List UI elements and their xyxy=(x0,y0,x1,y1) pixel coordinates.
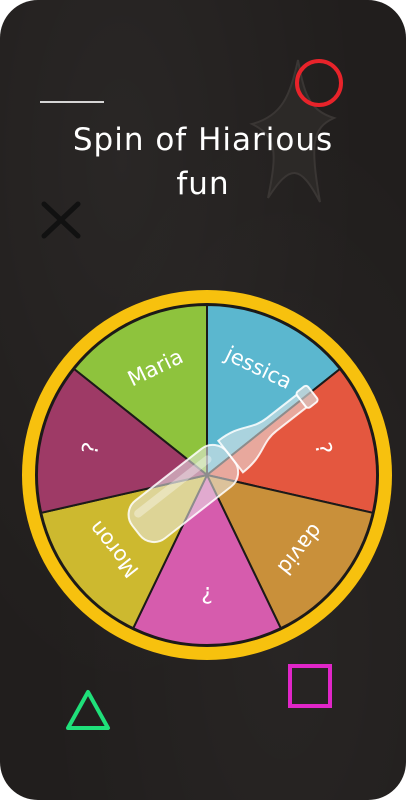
page-title: Spin of Hiarious fun xyxy=(0,118,406,206)
square-icon xyxy=(288,664,332,708)
circle-icon xyxy=(295,59,343,107)
decorative-dash xyxy=(40,101,104,103)
app-screen: Spin of Hiarious fun Maria jessica? david?… xyxy=(0,0,406,800)
triangle-icon xyxy=(66,690,110,730)
wheel-graphic[interactable]: Maria jessica?david?Moron? xyxy=(19,287,395,663)
cross-icon xyxy=(41,201,81,239)
spin-wheel[interactable]: Maria jessica? david? Moron? xyxy=(19,287,395,663)
wheel-segment-label: ? xyxy=(201,581,213,606)
title-line-2: fun xyxy=(176,166,230,202)
title-line-1: Spin of Hiarious xyxy=(72,122,334,158)
